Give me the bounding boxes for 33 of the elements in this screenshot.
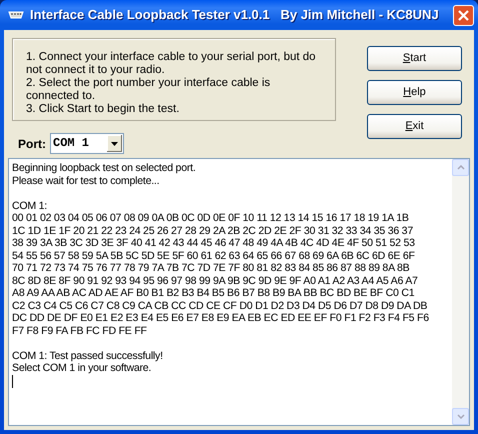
- log-line: F7 F8 F9 FA FB FC FD FE FF: [12, 324, 148, 337]
- dialog-button[interactable]: Exit: [367, 114, 462, 139]
- log-line: 70 71 72 73 74 75 76 77 78 79 7A 7B 7C 7D 7E 7F 80 81 82 83 84 85 86 87 88 89 8A 8B: [12, 262, 410, 274]
- log-line: 54 55 56 57 58 59 5A 5B 5C 5D 5E 5F 60 61 62 63 64 65 66 67 68 69 6A 6B 6C 6D 6E 6F: [12, 250, 416, 262]
- log-line: COM 1:: [12, 200, 48, 212]
- log-line: C2 C3 C4 C5 C6 C7 C8 C9 CA CB CC CD CE CF D0 D1 D2 D3 D4 D5 D6 D7 D8 D9 DA DB: [12, 300, 428, 312]
- log-text-area[interactable]: [8, 158, 470, 426]
- dialog-button[interactable]: Start: [367, 46, 462, 71]
- log-line: 1C 1D 1E 1F 20 21 22 23 24 25 26 27 28 29 2A 2B 2C 2D 2E 2F 30 31 32 33 34 35 36 37: [12, 224, 414, 237]
- port-label: Port:: [18, 136, 46, 152]
- text-cursor: [12, 374, 13, 388]
- port-dropdown[interactable]: COM 1: [50, 133, 124, 154]
- log-line: 8C 8D 8E 8F 90 91 92 93 94 95 96 97 98 99 9A 9B 9C 9D 9E 9F A0 A1 A2 A3 A4 A5 A6 A7: [12, 274, 419, 287]
- window-title: Interface Cable Loopback Tester v1.0.1 By Jim Mitchell - KC8UNJ: [30, 6, 439, 24]
- log-line: DC DD DE DF E0 E1 E2 E3 E4 E5 E6 E7 E8 E9 EA EB EC ED EE EF F0 F1 F2 F3 F4 F5 F6: [12, 312, 430, 324]
- close-icon: [458, 10, 469, 20]
- instruction-text: 2. Select the port number your interface cable is connected to.: [26, 77, 272, 103]
- dialog-button[interactable]: Help: [367, 80, 462, 105]
- close-button[interactable]: [453, 4, 474, 26]
- log-line: 38 39 3A 3B 3C 3D 3E 3F 40 41 42 43 44 45 46 47 48 49 4A 4B 4C 4D 4E 4F 50 51 52 53: [12, 237, 416, 250]
- instruction-text: 1. Connect your interface cable to your serial port, but do not connect it to your radio.: [26, 51, 317, 77]
- scrollbar[interactable]: [452, 159, 469, 425]
- scroll-down-icon: [456, 414, 464, 419]
- log-line: Please wait for test to complete...: [12, 174, 160, 187]
- log-line: A8 A9 AA AB AC AD AE AF B0 B1 B2 B3 B4 B5 B6 B7 B8 B9 BA BB BC BD BE BF C0 C1: [12, 287, 416, 300]
- log-line: Select COM 1 in your software.: [12, 362, 152, 374]
- serial-port-icon: [8, 11, 24, 19]
- instruction-text: 3. Click Start to begin the test.: [26, 103, 180, 116]
- scroll-up-icon: [456, 165, 464, 170]
- log-line: 00 01 02 03 04 05 06 07 08 09 0A 0B 0C 0D 0E 0F 10 11 12 13 14 15 16 17 18 19 1A 1B: [12, 212, 410, 224]
- log-line: COM 1: Test passed successfully!: [12, 350, 164, 362]
- log-line: Beginning loopback test on selected port.: [12, 162, 197, 174]
- dropdown-arrow-icon: [111, 142, 118, 146]
